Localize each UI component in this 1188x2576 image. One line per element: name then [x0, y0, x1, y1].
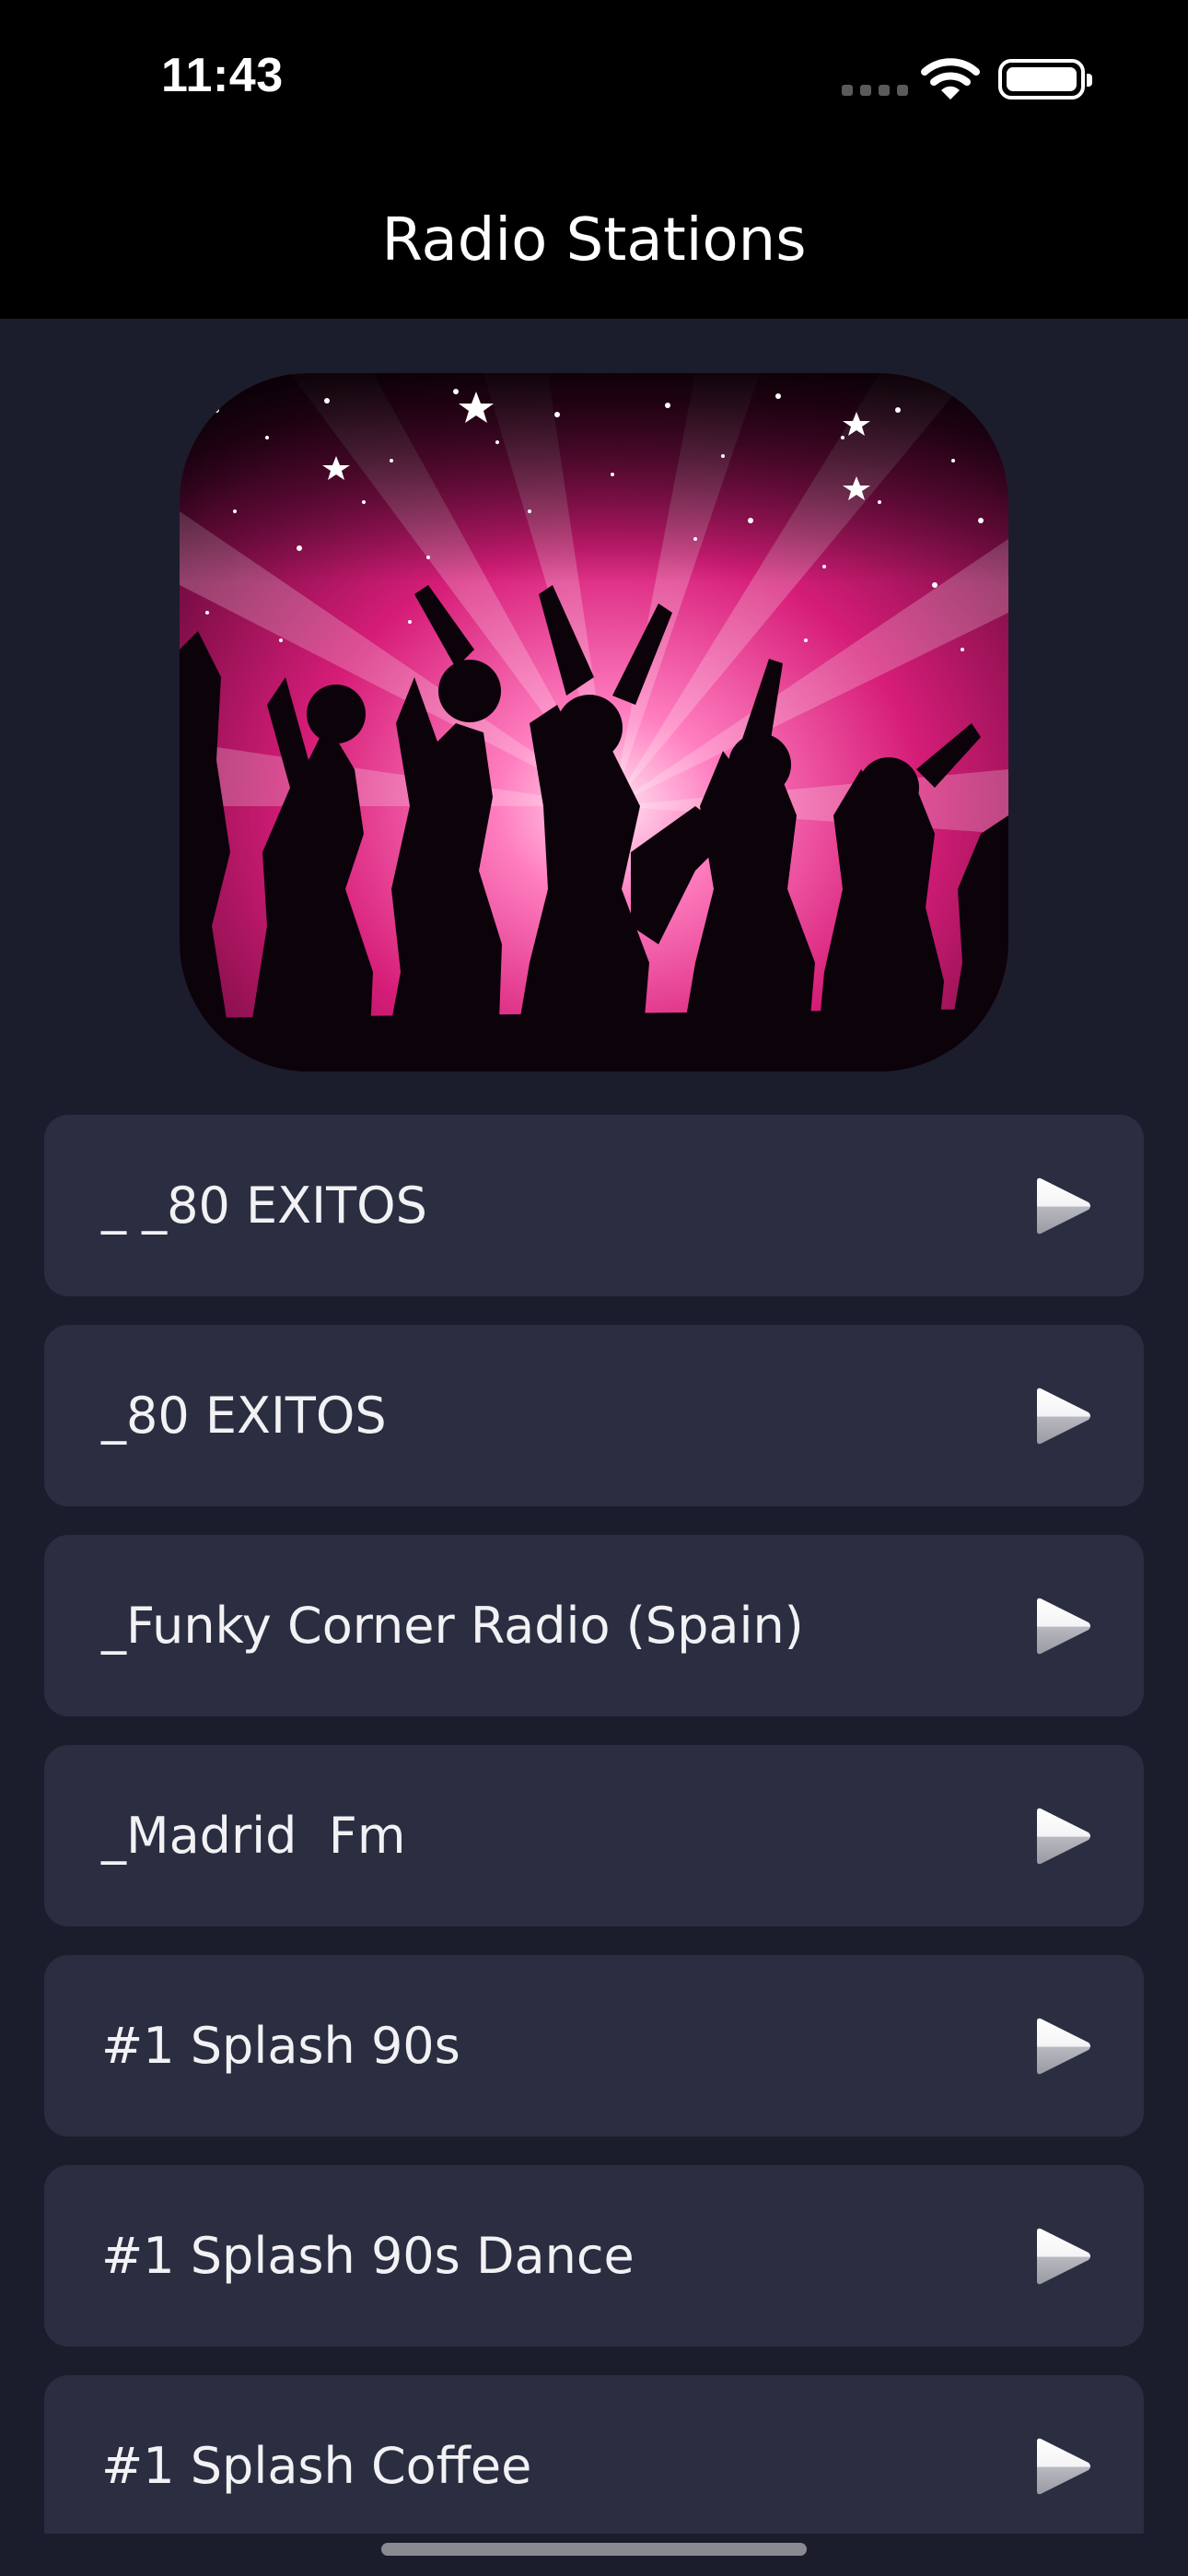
play-icon[interactable]	[1031, 2018, 1092, 2075]
play-icon[interactable]	[1031, 1177, 1092, 1235]
station-row[interactable]: #1 Splash Coffee	[44, 2375, 1144, 2557]
play-icon[interactable]	[1031, 2228, 1092, 2285]
station-row[interactable]: _80 EXITOS	[44, 1325, 1144, 1506]
station-name: _Madrid Fm	[101, 1807, 406, 1865]
battery-icon	[998, 59, 1092, 100]
play-icon[interactable]	[1031, 1808, 1092, 1865]
cellular-signal-icon	[842, 85, 908, 96]
wifi-icon	[921, 57, 980, 105]
status-time: 11:43	[161, 49, 284, 102]
play-icon[interactable]	[1031, 1598, 1092, 1655]
station-name: _80 EXITOS	[101, 1387, 387, 1445]
app-screen: 11:43 Radio Stations _ _80 EXITOS _80 EX…	[0, 0, 1188, 2576]
status-bar: 11:43	[0, 0, 1188, 166]
station-name: _Funky Corner Radio (Spain)	[101, 1597, 804, 1655]
play-icon[interactable]	[1031, 2438, 1092, 2495]
station-name: #1 Splash 90s	[101, 2017, 460, 2075]
page-title: Radio Stations	[381, 206, 807, 275]
home-indicator[interactable]	[381, 2543, 807, 2556]
station-row[interactable]: #1 Splash 90s Dance	[44, 2165, 1144, 2347]
station-row[interactable]: _Funky Corner Radio (Spain)	[44, 1535, 1144, 1716]
station-row[interactable]: #1 Splash 90s	[44, 1955, 1144, 2137]
station-row[interactable]: _ _80 EXITOS	[44, 1115, 1144, 1296]
station-list: _ _80 EXITOS _80 EXITOS _Funky Corner Radi…	[44, 1115, 1144, 2576]
station-name: #1 Splash 90s Dance	[101, 2227, 635, 2285]
station-name: #1 Splash Coffee	[101, 2437, 532, 2495]
play-icon[interactable]	[1031, 1388, 1092, 1445]
station-artwork	[180, 373, 1008, 1071]
station-name: _ _80 EXITOS	[101, 1177, 427, 1235]
station-row[interactable]: _Madrid Fm	[44, 1745, 1144, 1926]
